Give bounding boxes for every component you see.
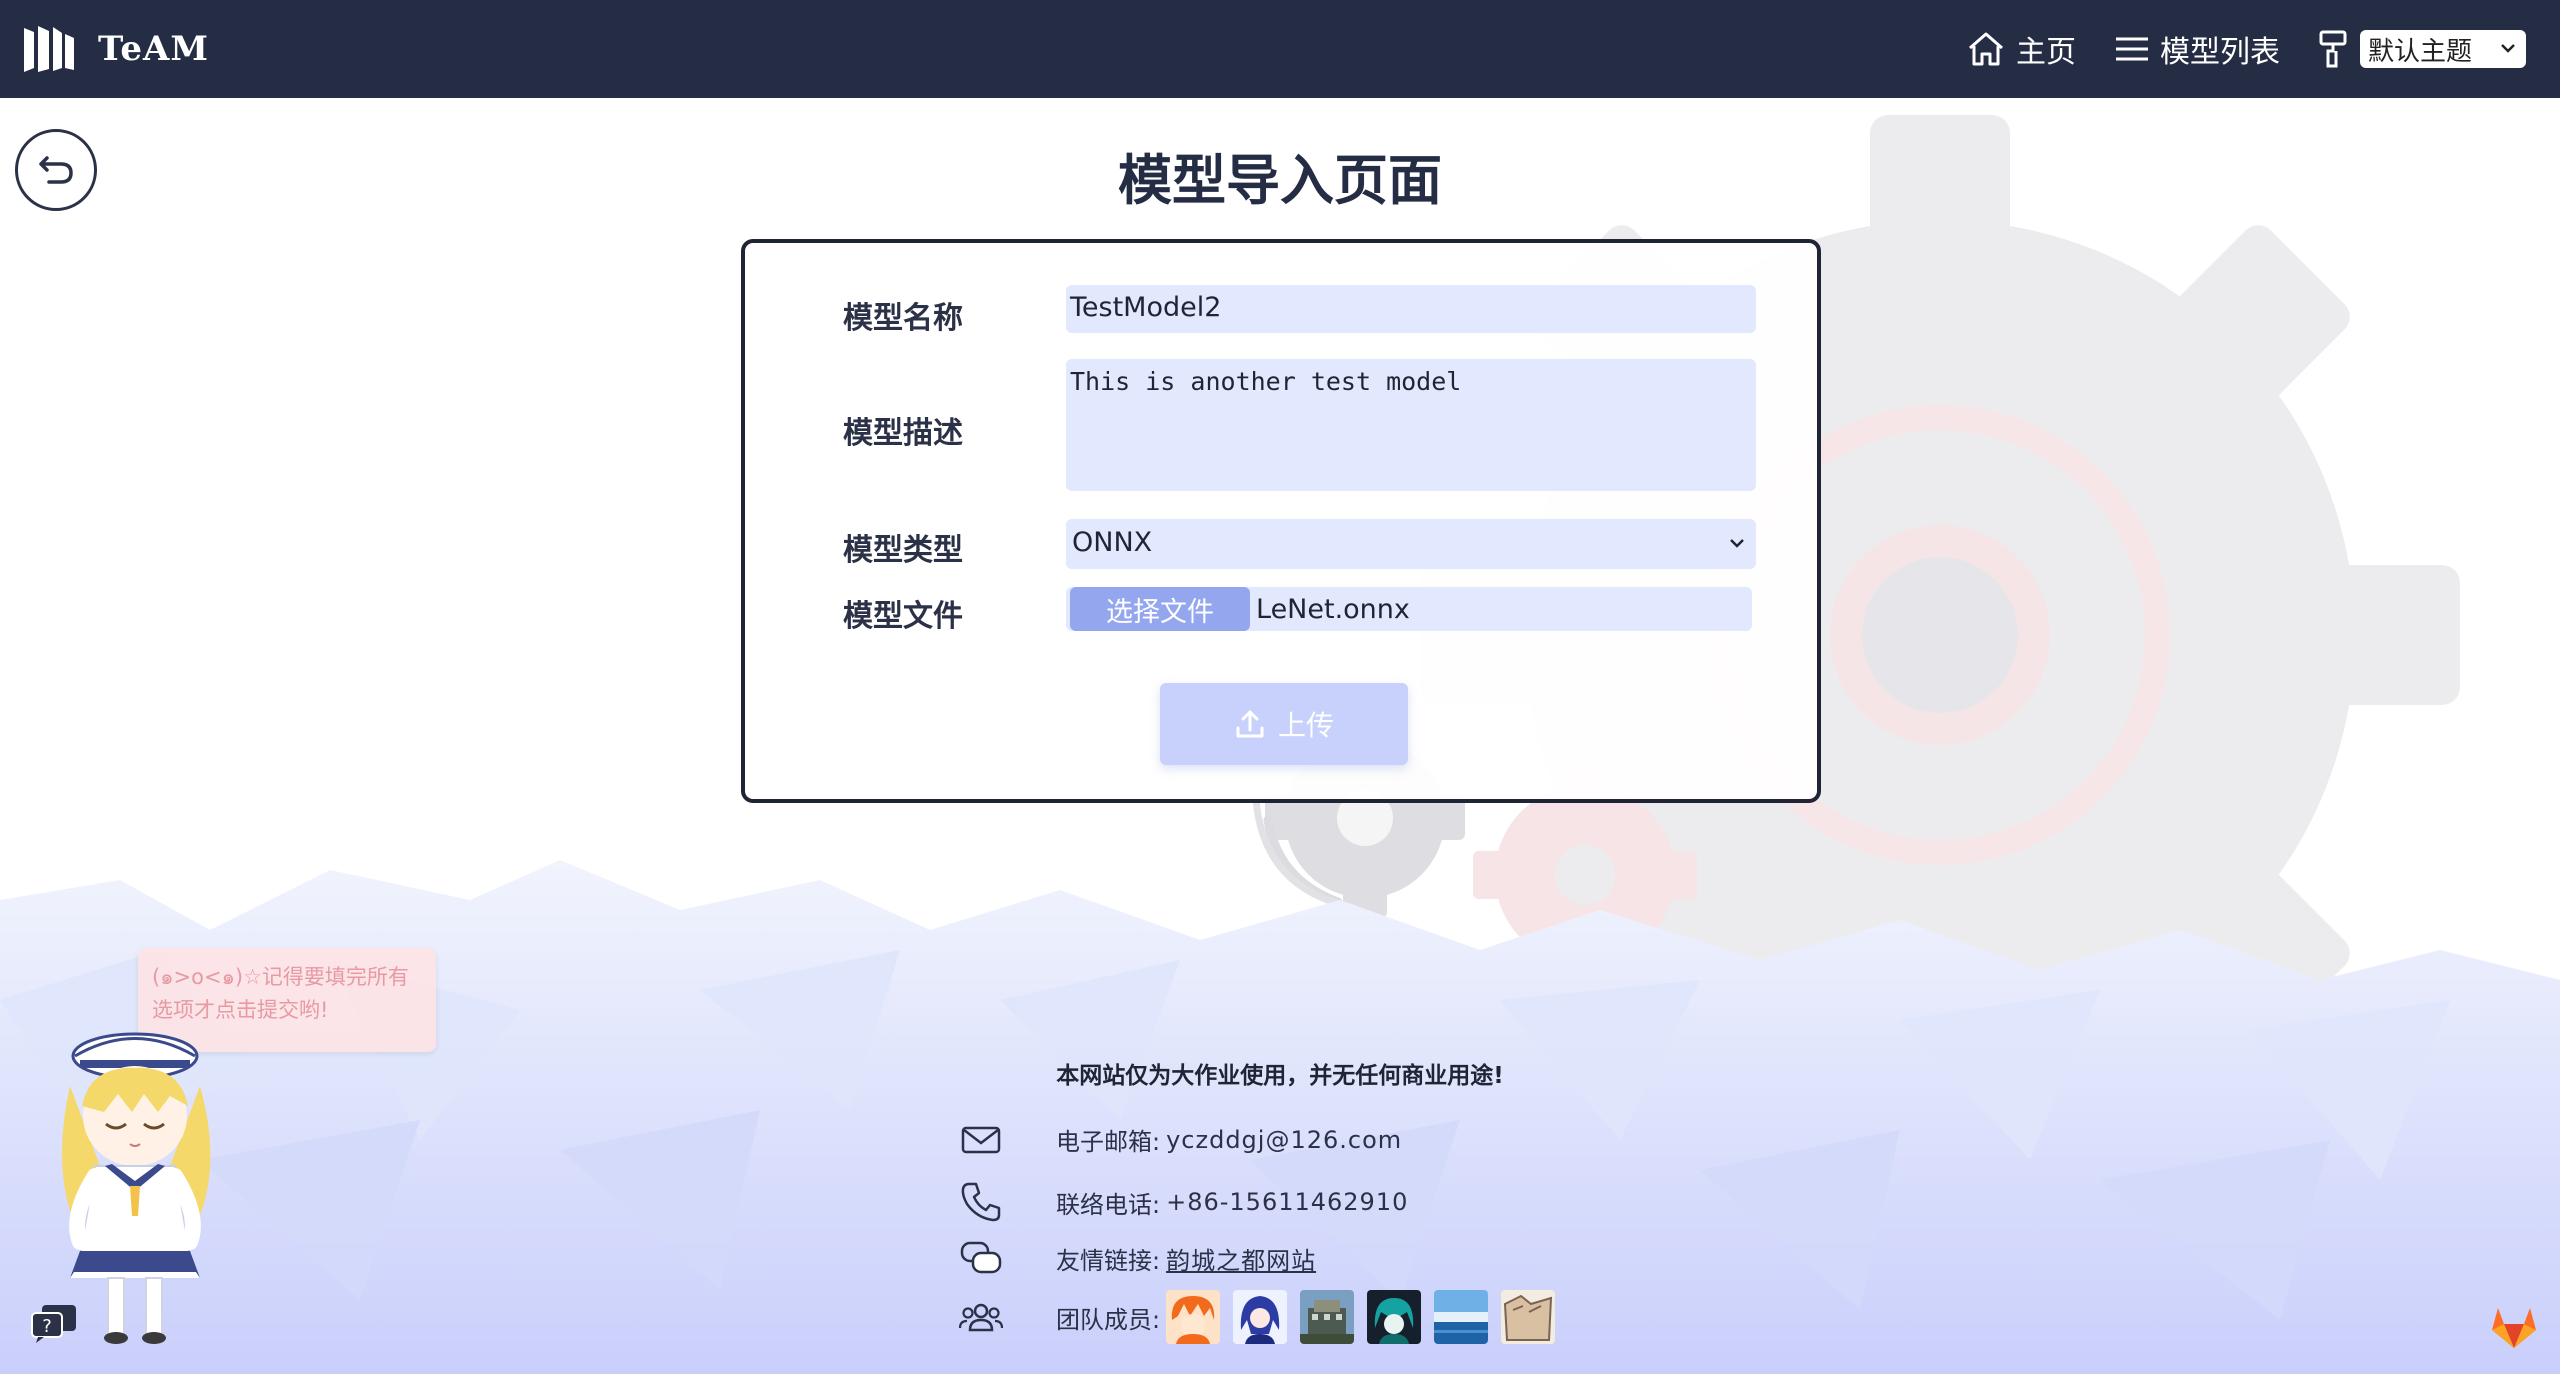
list-icon [2116, 37, 2148, 61]
top-navbar: TeAM 主页 模型列表 默认主题 [0, 0, 2560, 98]
footer-link-row: 友情链接: 韵城之都网站 [956, 1240, 1316, 1276]
upload-icon [1236, 710, 1264, 738]
nav-right: 主页 模型列表 默认主题 [1928, 27, 2526, 71]
model-type-select[interactable]: ONNX [1066, 519, 1756, 569]
theme-select[interactable]: 默认主题 [2360, 30, 2526, 68]
model-name-input[interactable]: TestModel2 [1066, 285, 1756, 333]
upload-button[interactable]: 上传 [1160, 683, 1408, 765]
theme-select-value: 默认主题 [2368, 36, 2473, 67]
model-file-label: 模型文件 [843, 599, 963, 634]
member-avatars [1166, 1290, 1568, 1344]
page-title: 模型导入页面 [1118, 149, 1442, 212]
mail-icon [956, 1125, 1006, 1155]
email-label: 电子邮箱: [1056, 1128, 1161, 1156]
member-avatar[interactable] [1233, 1290, 1288, 1344]
chevron-down-icon [2501, 44, 2515, 53]
model-type-value: ONNX [1072, 527, 1153, 558]
paint-roller-icon [2318, 29, 2348, 69]
brand-name: TeAM [98, 29, 210, 69]
member-avatar[interactable] [1367, 1290, 1422, 1344]
nav-model-list-link[interactable]: 模型列表 [2114, 27, 2280, 71]
model-desc-label: 模型描述 [843, 416, 963, 451]
help-chat-icon[interactable]: ? [30, 1303, 78, 1343]
home-icon [1969, 32, 2003, 66]
team-logo-icon [24, 26, 74, 72]
mascot-character[interactable] [40, 1016, 230, 1346]
footer-disclaimer: 本网站仅为大作业使用，并无任何商业用途! [1056, 1063, 1504, 1089]
phone-value: +86-15611462910 [1166, 1188, 1409, 1216]
choose-file-button[interactable]: 选择文件 [1070, 587, 1250, 631]
email-value: yczddgj@126.com [1166, 1125, 1403, 1154]
model-import-form: 模型名称 TestModel2 模型描述 This is another tes… [741, 239, 1821, 803]
nav-home-link[interactable]: 主页 [1966, 27, 2076, 71]
footer-email-row: 电子邮箱: yczddgj@126.com [956, 1122, 1402, 1157]
chevron-down-icon [1730, 539, 1744, 548]
members-label: 团队成员: [1056, 1305, 1161, 1334]
member-avatar[interactable] [1501, 1290, 1556, 1344]
friend-link-label: 友情链接: [1056, 1246, 1161, 1275]
model-file-input[interactable]: 选择文件 LeNet.onnx [1066, 587, 1752, 631]
upload-button-label: 上传 [1277, 709, 1334, 742]
chosen-file-name: LeNet.onnx [1256, 593, 1410, 625]
users-icon [956, 1300, 1006, 1334]
model-name-label: 模型名称 [843, 301, 963, 336]
svg-text:?: ? [42, 1316, 52, 1337]
phone-icon [956, 1180, 1006, 1224]
friend-link[interactable]: 韵城之都网站 [1166, 1241, 1316, 1276]
model-desc-textarea[interactable]: This is another test model [1066, 359, 1756, 491]
member-avatar[interactable] [1166, 1290, 1221, 1344]
phone-label: 联络电话: [1056, 1190, 1161, 1219]
chat-bubbles-icon [956, 1240, 1006, 1276]
nav-home-label: 主页 [2016, 35, 2076, 70]
model-type-label: 模型类型 [843, 533, 963, 568]
member-avatar[interactable] [1434, 1290, 1489, 1344]
gitlab-fox-icon[interactable] [2490, 1304, 2538, 1350]
nav-model-list-label: 模型列表 [2160, 35, 2280, 70]
footer-members-row: 团队成员: [956, 1290, 1568, 1344]
member-avatar[interactable] [1300, 1290, 1355, 1344]
brand[interactable]: TeAM [22, 24, 209, 74]
footer-phone-row: 联络电话: +86-15611462910 [956, 1180, 1408, 1224]
